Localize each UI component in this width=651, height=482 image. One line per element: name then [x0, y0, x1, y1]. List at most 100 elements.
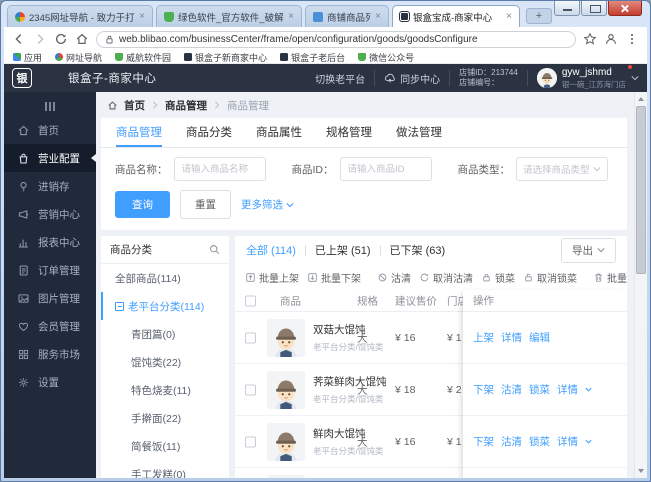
bookmark-old-backend[interactable]: 银盒子老后台 — [280, 51, 345, 64]
sidebar-item-orders[interactable]: 订单管理 — [4, 256, 96, 284]
sidebar-item-reports[interactable]: 报表中心 — [4, 228, 96, 256]
action-detail[interactable]: 详情 — [557, 434, 578, 449]
goods-id-input[interactable] — [339, 157, 432, 181]
status-tab-all[interactable]: 全部 (114) — [246, 242, 296, 258]
category-all[interactable]: 全部商品(114) — [101, 264, 229, 292]
bookmark-star-icon[interactable] — [583, 32, 597, 46]
lock-dish-button[interactable]: 锁菜 — [481, 270, 515, 285]
tab-goods-attribute[interactable]: 商品属性 — [256, 118, 302, 147]
switch-platform-link[interactable]: 切换老平台 — [315, 71, 365, 86]
search-button[interactable]: 查询 — [115, 191, 170, 218]
category-item[interactable]: 青团篇(0) — [101, 320, 229, 348]
tab-close-icon[interactable]: × — [139, 11, 145, 22]
status-tab-offshelf[interactable]: 已下架 (63) — [390, 242, 446, 258]
more-actions-chevron-icon[interactable] — [585, 386, 592, 393]
batch-delete-button[interactable]: 批量删除 — [593, 270, 627, 285]
row-checkbox[interactable] — [245, 436, 256, 447]
search-icon[interactable] — [209, 244, 220, 255]
tab-goods-category[interactable]: 商品分类 — [186, 118, 232, 147]
home-icon[interactable] — [75, 32, 89, 46]
bookmark-nav[interactable]: 网址导航 — [55, 51, 102, 64]
category-item[interactable]: 手工发糕(0) — [101, 460, 229, 479]
menu-dots-icon[interactable] — [625, 32, 639, 46]
tab-goods-manage[interactable]: 商品管理 — [116, 118, 162, 147]
browser-tab-4-active[interactable]: 银盒宝成-商家中心 × — [392, 5, 520, 27]
category-old-platform[interactable]: 老平台分类(114) — [101, 292, 229, 320]
page-scrollbar[interactable] — [634, 92, 647, 478]
sidebar-item-market[interactable]: 服务市场 — [4, 340, 96, 368]
category-item[interactable]: 手擀面(22) — [101, 404, 229, 432]
breadcrumb-level1[interactable]: 商品管理 — [165, 98, 207, 113]
profile-icon[interactable] — [604, 32, 618, 46]
more-filters-link[interactable]: 更多筛选 — [241, 197, 294, 212]
bookmark-software[interactable]: 威航软件园 — [115, 51, 171, 64]
app-logo[interactable]: 银 — [12, 68, 32, 88]
circle-restore-icon — [420, 273, 429, 281]
status-tab-onshelf[interactable]: 已上架 (51) — [315, 242, 371, 258]
browser-tab-2[interactable]: 绿色软件_官方软件_破解软件_行 × — [156, 5, 302, 27]
soldout-button[interactable]: 沽清 — [377, 270, 411, 285]
sidebar-item-images[interactable]: 图片管理 — [4, 284, 96, 312]
megaphone-icon — [18, 209, 29, 219]
bookmark-apps[interactable]: 应用 — [13, 51, 42, 64]
category-item[interactable]: 简餐饭(11) — [101, 432, 229, 460]
tab-spec-manage[interactable]: 规格管理 — [326, 118, 372, 147]
tab-method-manage[interactable]: 做法管理 — [396, 118, 442, 147]
sidebar-item-marketing[interactable]: 营销中心 — [4, 200, 96, 228]
export-button[interactable]: 导出 — [561, 237, 616, 263]
action-detail[interactable]: 详情 — [501, 330, 522, 345]
bookmark-new-center[interactable]: 银盒子新商家中心 — [184, 51, 267, 64]
action-lock[interactable]: 锁菜 — [529, 382, 550, 397]
minimize-button[interactable] — [554, 1, 580, 16]
reset-button[interactable]: 重置 — [180, 190, 231, 219]
forward-icon[interactable] — [33, 32, 47, 46]
new-tab-button[interactable]: + — [526, 8, 552, 24]
scrollbar-thumb[interactable] — [636, 106, 646, 274]
cancel-lock-dish-button[interactable]: 取消锁菜 — [523, 270, 577, 285]
maximize-button[interactable] — [581, 1, 607, 16]
action-lock[interactable]: 锁菜 — [529, 434, 550, 449]
browser-tab-3[interactable]: 商铺商品列表 × — [305, 5, 389, 27]
sync-center-link[interactable]: 同步中心 — [384, 71, 440, 86]
select-all-checkbox[interactable] — [245, 295, 256, 306]
collapse-minus-icon[interactable] — [115, 301, 124, 311]
more-actions-chevron-icon[interactable] — [585, 438, 592, 445]
goods-name-input[interactable] — [173, 157, 266, 181]
cancel-soldout-button[interactable]: 取消沽清 — [419, 270, 473, 285]
category-item[interactable]: 馄饨类(22) — [101, 348, 229, 376]
breadcrumb: 首页 商品管理 商品管理 — [96, 92, 634, 118]
category-item[interactable]: 特色烧麦(11) — [101, 376, 229, 404]
sidebar-item-members[interactable]: 会员管理 — [4, 312, 96, 340]
sidebar-item-home[interactable]: 首页 — [4, 116, 96, 144]
batch-offshelf-button[interactable]: 批量下架 — [307, 270, 361, 285]
row-checkbox[interactable] — [245, 332, 256, 343]
sidebar-collapse-icon[interactable] — [4, 96, 96, 116]
action-edit[interactable]: 编辑 — [529, 330, 550, 345]
sidebar-item-business-config[interactable]: 营业配置 — [4, 144, 96, 172]
action-offshelf[interactable]: 下架 — [473, 382, 494, 397]
tab-close-icon[interactable]: × — [506, 11, 512, 22]
grid-icon — [18, 349, 29, 359]
back-icon[interactable] — [12, 32, 26, 46]
user-menu[interactable]: gyw_jshmd 银一碗_江苏海门店 — [536, 64, 639, 90]
action-detail[interactable]: 详情 — [557, 382, 578, 397]
action-soldout[interactable]: 沽清 — [501, 434, 522, 449]
batch-onshelf-button[interactable]: 批量上架 — [245, 270, 299, 285]
browser-tab-1[interactable]: 2345网址导航 - 致力于打造百年 × — [7, 5, 153, 27]
close-window-button[interactable] — [608, 1, 642, 16]
action-soldout[interactable]: 沽清 — [501, 382, 522, 397]
scroll-down-arrow-icon[interactable] — [635, 465, 647, 477]
address-bar[interactable]: web.blibao.com/businessCenter/frame/open… — [96, 30, 576, 48]
bookmark-wechat[interactable]: 微信公众号 — [358, 51, 414, 64]
tab-close-icon[interactable]: × — [375, 11, 381, 22]
action-onshelf[interactable]: 上架 — [473, 330, 494, 345]
goods-type-select[interactable]: 请选择商品类型 — [516, 157, 608, 181]
sidebar-item-settings[interactable]: 设置 — [4, 368, 96, 396]
tab-close-icon[interactable]: × — [288, 11, 294, 22]
breadcrumb-home[interactable]: 首页 — [124, 98, 145, 113]
row-checkbox[interactable] — [245, 384, 256, 395]
reload-icon[interactable] — [54, 32, 68, 46]
scroll-up-arrow-icon[interactable] — [635, 93, 647, 105]
action-offshelf[interactable]: 下架 — [473, 434, 494, 449]
sidebar-item-inventory[interactable]: 进销存 — [4, 172, 96, 200]
